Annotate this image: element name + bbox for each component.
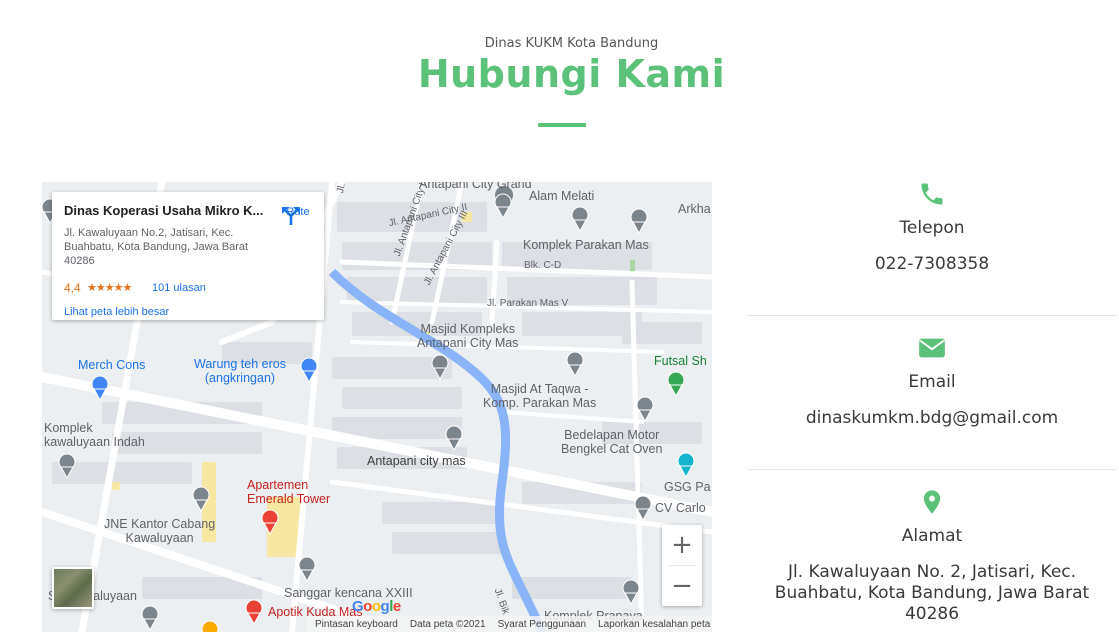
satellite-toggle-button[interactable] [52, 567, 94, 609]
reviews-link[interactable]: 101 ulasan [152, 282, 206, 294]
report-error-link[interactable]: Laporkan kesalahan peta [598, 619, 710, 630]
envelope-icon [919, 338, 945, 358]
terms-link[interactable]: Syarat Penggunaan [498, 619, 586, 630]
poi-label: Bedelapan Motor Bengkel Cat Oven [561, 428, 663, 456]
map-data-text: Data peta ©2021 [409, 618, 486, 630]
poi-label: Arkha [678, 202, 711, 216]
contact-email: Email dinaskumkm.bdg@gmail.com [747, 334, 1117, 469]
directions-icon [282, 207, 300, 225]
map-pin-icon [923, 490, 941, 514]
email-label: Email [908, 372, 956, 392]
poi-label: Antapani City Grand [419, 182, 532, 191]
rating-stars-icon: ★★★★★ [87, 282, 132, 294]
phone-value[interactable]: 022-7308358 [747, 254, 1117, 275]
poi-label: Apartemen Emerald Tower [247, 478, 331, 506]
google-logo: Google [352, 598, 401, 615]
place-address: Jl. Kawaluyaan No.2, Jatisari, Kec. Buah… [64, 227, 249, 267]
poi-label: Alam Melati [529, 189, 595, 203]
phone-label: Telepon [899, 218, 965, 238]
zoom-out-button[interactable]: − [662, 566, 702, 606]
keyboard-shortcuts-link[interactable]: Pintasan keyboard [315, 619, 398, 630]
email-value[interactable]: dinaskumkm.bdg@gmail.com [747, 408, 1117, 429]
poi-label: Komplek kawaluyaan Indah [44, 421, 145, 449]
contact-address: Alamat Jl. Kawaluyaan No. 2, Jatisari, K… [747, 488, 1117, 637]
poi-label: GSG Pa [664, 480, 711, 494]
poi-label: Masjid Kompleks Antapani City Mas [417, 322, 519, 350]
page-title: Hubungi Kami [417, 52, 726, 96]
embedded-map[interactable]: Jl. Antapani City Jl. Antapani City II J… [42, 182, 712, 632]
page-subtitle: Dinas KUKM Kota Bandung [484, 36, 659, 51]
poi-label: Antapani city mas [367, 454, 466, 468]
address-line-3: 40286 [904, 604, 960, 624]
poi-label: Merch Cons [78, 358, 146, 372]
address-label: Alamat [901, 526, 963, 546]
poi-label: JNE Kantor Cabang Kawaluyaan [104, 517, 216, 545]
view-larger-map-link[interactable]: Lihat peta lebih besar [64, 306, 169, 318]
contact-divider [747, 469, 1117, 470]
road-label: Jl. Parakan Mas V [487, 298, 569, 309]
address-line-2: Buahbatu, Kota Bandung, Jawa Barat [774, 583, 1090, 603]
phone-icon [921, 183, 943, 205]
poi-label: Komplek Parakan Mas [523, 238, 649, 252]
zoom-in-button[interactable]: + [662, 525, 702, 565]
poi-label: CV Carlo [655, 501, 706, 515]
road-label: Blk. C-D [524, 260, 562, 271]
directions-button[interactable]: Rute [280, 204, 316, 225]
map-attribution: Pintasan keyboard Data peta ©2021 Syarat… [307, 616, 712, 632]
poi-label: Masjid At Taqwa - Komp. Parakan Mas [483, 382, 597, 410]
zoom-control: + − [662, 525, 702, 606]
place-info-card: Dinas Koperasi Usaha Mikro K... Jl. Kawa… [52, 192, 324, 320]
poi-label: Futsal Sh [654, 354, 707, 368]
title-divider [538, 123, 586, 127]
address-line-1: Jl. Kawaluyaan No. 2, Jatisari, Kec. [787, 562, 1077, 582]
place-rating: 4,4 [64, 281, 81, 295]
place-name: Dinas Koperasi Usaha Mikro K... [64, 203, 264, 218]
contact-phone: Telepon 022-7308358 [747, 180, 1117, 315]
contact-divider [747, 315, 1117, 316]
poi-label: Warung teh eros (angkringan) [194, 357, 286, 385]
